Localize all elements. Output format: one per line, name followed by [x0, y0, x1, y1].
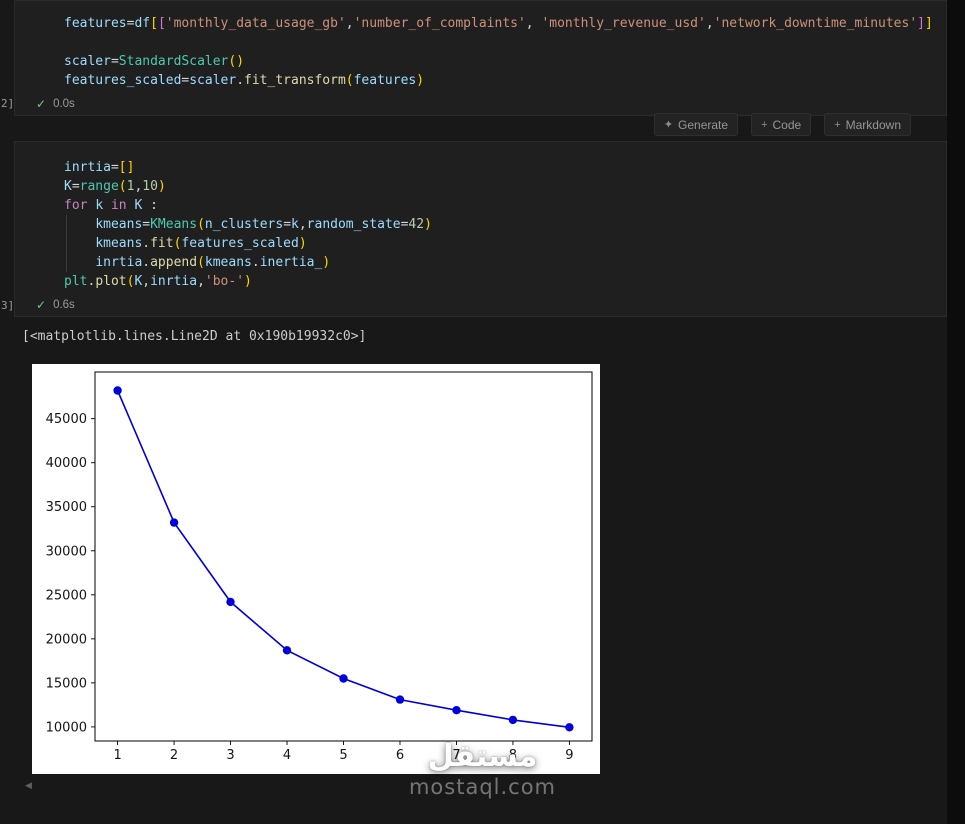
indent-guide: [66, 215, 67, 272]
svg-text:35000: 35000: [46, 500, 87, 515]
insert-cell-toolbar: ✦ Generate + Code + Markdown: [653, 113, 911, 136]
svg-text:7: 7: [452, 748, 460, 763]
svg-text:30000: 30000: [46, 544, 87, 559]
execution-count-2: 3]: [1, 299, 15, 312]
matplotlib-figure: 10000 15000 20000 25000 30000 35000 40000 45000…: [32, 364, 600, 774]
svg-text:8: 8: [509, 748, 517, 763]
output-collapse-icon[interactable]: ◀: [25, 781, 32, 791]
scrollbar-track[interactable]: [947, 0, 965, 824]
generate-button[interactable]: ✦ Generate: [653, 113, 739, 136]
notebook-editor: features=df[['monthly_data_usage_gb','nu…: [0, 0, 965, 824]
svg-text:2: 2: [170, 748, 178, 763]
code-line: plt.plot(K,inrtia,'bo-'): [64, 274, 252, 289]
svg-text:1: 1: [113, 748, 121, 763]
code-line: features=df[['monthly_data_usage_gb','nu…: [64, 16, 933, 31]
svg-text:15000: 15000: [46, 676, 87, 691]
plus-icon: +: [761, 118, 768, 131]
cell-output-repr: [<matplotlib.lines.Line2D at 0x190b19932…: [22, 329, 367, 344]
svg-text:25000: 25000: [46, 588, 87, 603]
success-check-icon: ✓: [36, 298, 47, 312]
code-line: kmeans=KMeans(n_clusters=k,random_state=…: [95, 217, 432, 232]
cell-1-status: ✓ 0.0s: [36, 97, 75, 111]
execution-count-1: 2]: [1, 97, 15, 110]
elbow-plot-svg: 10000 15000 20000 25000 30000 35000 40000 45000…: [46, 371, 593, 763]
add-markdown-label: Markdown: [845, 117, 901, 132]
svg-text:20000: 20000: [46, 632, 87, 647]
execution-time: 0.6s: [53, 299, 75, 311]
svg-text:10000: 10000: [46, 720, 87, 735]
cell-2-status: ✓ 0.6s: [36, 298, 75, 312]
add-code-label: Code: [772, 117, 802, 132]
plus-icon: +: [834, 118, 841, 131]
code-line: inrtia=[]: [64, 160, 135, 175]
add-markdown-cell-button[interactable]: + Markdown: [824, 113, 911, 136]
code-editor-2[interactable]: inrtia=[] K=range(1,10) for k in K : kmean…: [64, 158, 946, 291]
add-code-cell-button[interactable]: + Code: [751, 113, 812, 136]
svg-text:9: 9: [565, 748, 573, 763]
code-line: for k in K :: [64, 198, 158, 213]
svg-text:4: 4: [283, 748, 291, 763]
code-cell-2: inrtia=[] K=range(1,10) for k in K : kmean…: [14, 141, 947, 317]
code-cell-1: features=df[['monthly_data_usage_gb','nu…: [14, 0, 947, 116]
watermark-domain: mostaql.com: [408, 775, 557, 799]
generate-button-label: Generate: [678, 117, 729, 132]
svg-text:3: 3: [226, 748, 234, 763]
code-line: scaler=StandardScaler(): [64, 54, 245, 69]
execution-time: 0.0s: [53, 98, 75, 110]
code-line: kmeans.fit(features_scaled): [95, 236, 307, 251]
sparkle-icon: ✦: [663, 119, 674, 131]
svg-text:45000: 45000: [46, 412, 87, 427]
code-editor-1[interactable]: features=df[['monthly_data_usage_gb','nu…: [64, 14, 946, 90]
svg-text:5: 5: [339, 748, 347, 763]
svg-text:6: 6: [396, 748, 404, 763]
code-line: inrtia.append(kmeans.inertia_): [95, 255, 331, 270]
code-line: K=range(1,10): [64, 179, 166, 194]
code-line: features_scaled=scaler.fit_transform(fea…: [64, 73, 425, 88]
success-check-icon: ✓: [36, 97, 47, 111]
svg-text:40000: 40000: [46, 456, 87, 471]
